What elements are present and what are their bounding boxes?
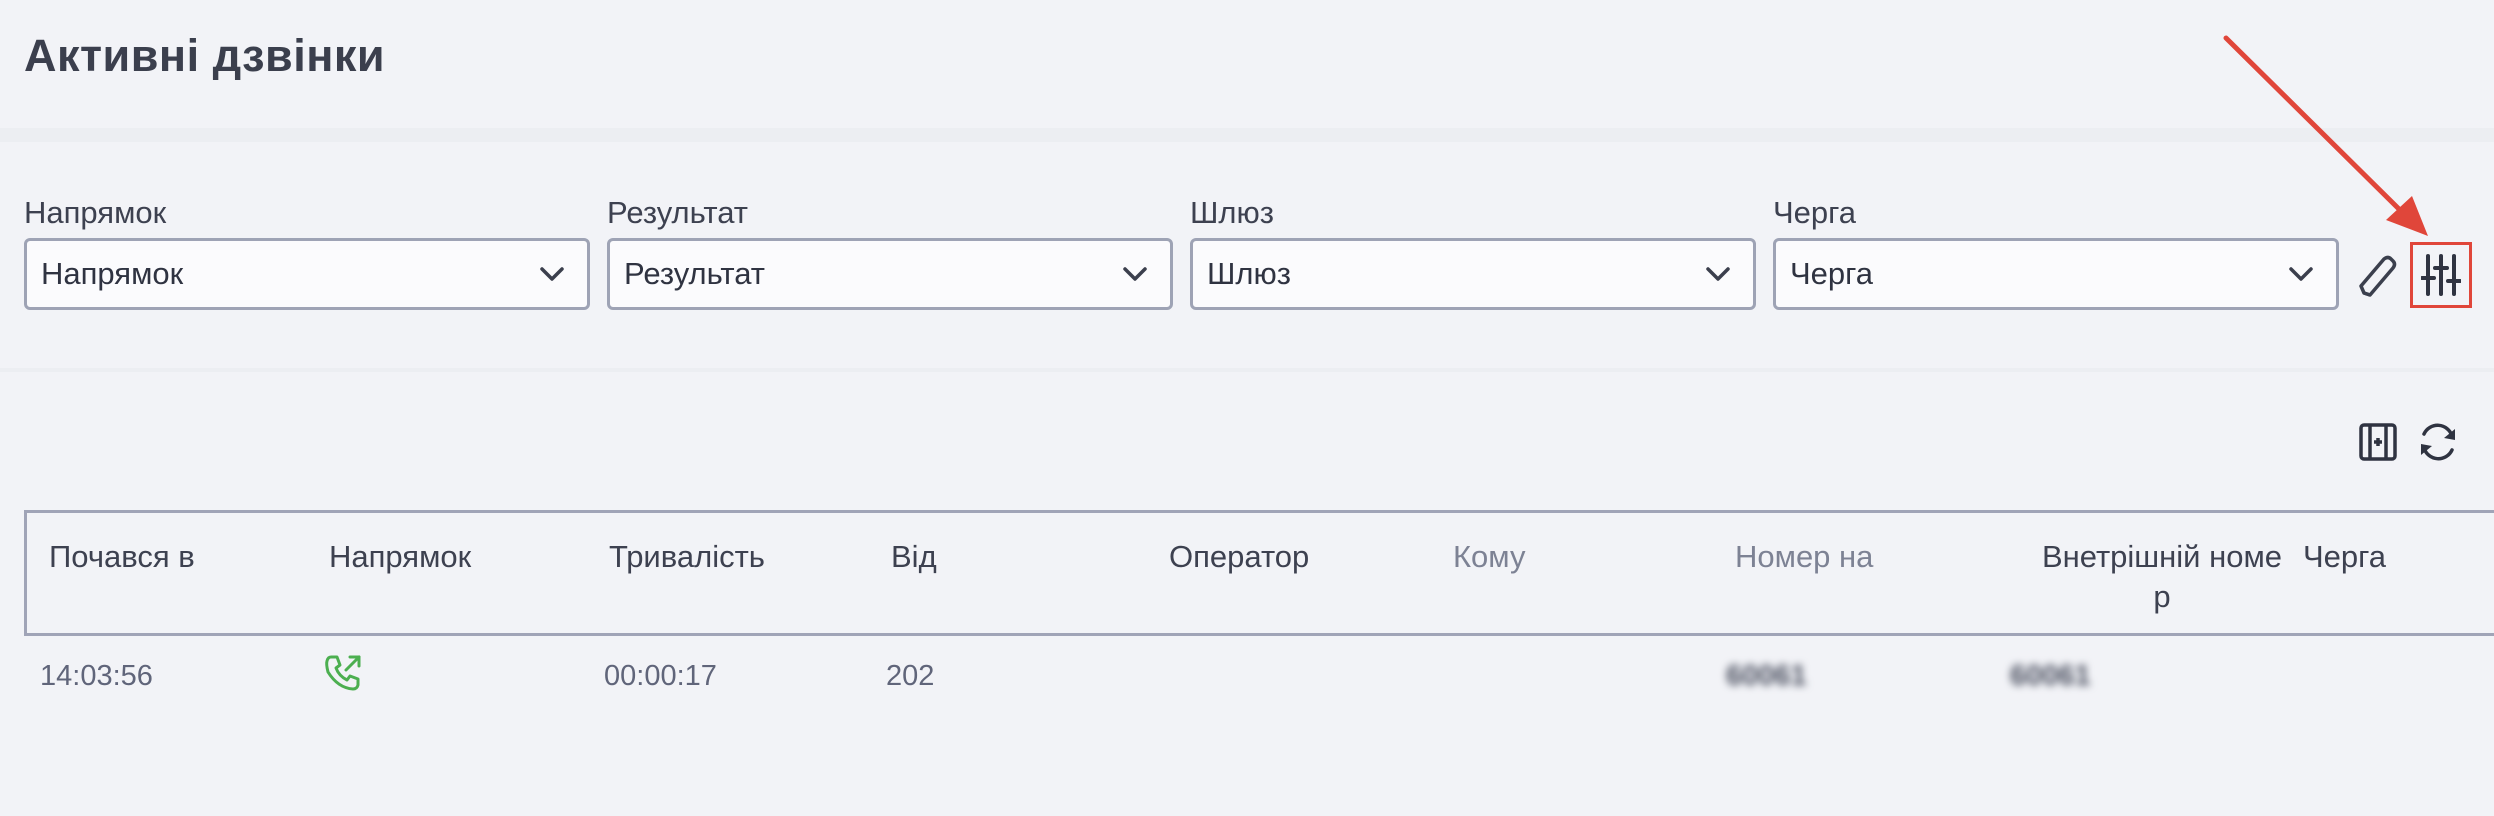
gateway-select[interactable]: Шлюз [1190,238,1756,310]
filter-gateway-label: Шлюз [1190,195,1274,230]
filter-settings-button[interactable] [2410,242,2472,308]
filter-direction: Напрямок Напрямок [24,192,590,310]
divider [0,128,2494,142]
cell-from: 202 [886,660,935,692]
cell-started: 14:03:56 [40,660,153,692]
column-header-queue[interactable]: Черга [2303,537,2386,577]
queue-select-value: Черга [1790,256,1874,291]
refresh-button[interactable] [2414,418,2462,466]
chevron-down-icon [1123,267,1147,281]
queue-select[interactable]: Черга [1773,238,2339,310]
cell-duration: 00:00:17 [604,660,717,692]
refresh-icon [2421,423,2455,461]
filter-queue-label: Черга [1773,195,1857,230]
filter-result-label: Результат [607,195,748,230]
direction-select-value: Напрямок [41,256,184,291]
gateway-select-value: Шлюз [1207,256,1291,291]
pencil-icon [2359,255,2397,297]
column-header-internal-number[interactable]: Внетрішній номе р [2019,537,2305,617]
expand-columns-button[interactable] [2354,418,2402,466]
column-header-to[interactable]: Кому [1453,537,1525,577]
result-select[interactable]: Результат [607,238,1173,310]
page-title: Активні дзвінки [24,30,386,81]
column-header-operator[interactable]: Оператор [1169,537,1309,577]
column-header-direction[interactable]: Напрямок [329,537,471,577]
expand-columns-icon [2359,423,2397,461]
filter-direction-label: Напрямок [24,195,167,230]
edit-filters-button[interactable] [2354,250,2400,302]
filter-gateway: Шлюз Шлюз [1190,192,1756,310]
chevron-down-icon [2289,267,2313,281]
cell-internal-number: 60061 [2010,660,2091,692]
divider [0,368,2494,372]
annotation-arrow [2223,35,2428,236]
outgoing-call-icon [325,655,361,691]
table-header: Почався в Напрямок Тривалість Від Операт… [24,510,2494,636]
filter-queue: Черга Черга [1773,192,2339,310]
column-header-duration[interactable]: Тривалість [609,537,765,577]
column-header-from[interactable]: Від [891,537,937,577]
cell-number-on: 60061 [1726,660,1807,692]
column-header-started[interactable]: Почався в [49,537,195,577]
sliders-icon [2421,254,2461,296]
result-select-value: Результат [624,256,765,291]
filter-result: Результат Результат [607,192,1173,310]
chevron-down-icon [540,267,564,281]
cell-direction [322,652,364,705]
column-header-number-on[interactable]: Номер на [1735,537,1873,577]
direction-select[interactable]: Напрямок [24,238,590,310]
chevron-down-icon [1706,267,1730,281]
